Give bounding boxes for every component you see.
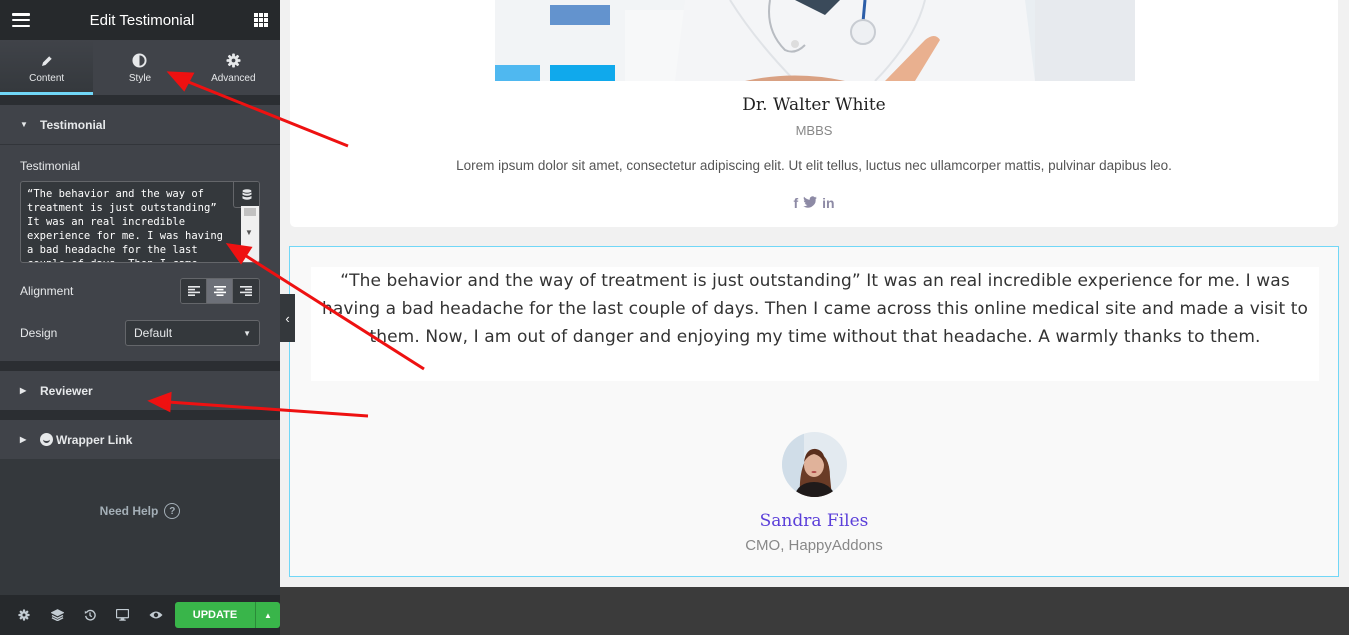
reviewer-designation: CMO, HappyAddons xyxy=(745,537,883,554)
panel-title: Edit Testimonial xyxy=(89,11,195,29)
half-circle-icon xyxy=(132,52,148,70)
align-left-icon xyxy=(187,286,200,296)
testimonial-quote: “The behavior and the way of treatment i… xyxy=(311,267,1319,381)
section-divider xyxy=(0,95,280,105)
scrollbar-thumb[interactable] xyxy=(244,208,256,216)
member-name: Dr. Walter White xyxy=(742,95,886,115)
gear-icon xyxy=(226,52,241,70)
caret-down-icon: ▼ xyxy=(20,120,28,129)
align-center-button[interactable] xyxy=(207,279,233,303)
section-reviewer-heading: Reviewer xyxy=(40,383,93,398)
design-select[interactable]: Default ▼ xyxy=(125,320,260,346)
tab-style[interactable]: Style xyxy=(93,40,186,95)
align-right-icon xyxy=(240,286,252,296)
section-testimonial-toggle[interactable]: ▼ Testimonial xyxy=(0,105,280,144)
section-wrapper-link-toggle[interactable]: ▶ Wrapper Link xyxy=(0,420,280,459)
design-control: Design Default ▼ xyxy=(20,320,260,346)
twitter-icon[interactable] xyxy=(803,195,818,211)
section-wrapper-link-heading: Wrapper Link xyxy=(56,432,133,447)
database-icon xyxy=(242,188,251,200)
team-member-card: Dr. Walter White MBBS Lorem ipsum dolor … xyxy=(290,0,1338,227)
history-icon[interactable] xyxy=(74,595,107,635)
tab-advanced-label: Advanced xyxy=(211,72,256,84)
settings-icon[interactable] xyxy=(8,595,41,635)
panel-footer: UPDATE ▲ xyxy=(0,595,280,635)
linkedin-icon[interactable]: in xyxy=(822,195,834,211)
tab-content[interactable]: Content xyxy=(0,40,94,95)
update-button[interactable]: UPDATE xyxy=(174,602,255,628)
testimonial-widget[interactable]: “The behavior and the way of treatment i… xyxy=(289,246,1339,577)
happyaddons-icon xyxy=(40,433,53,446)
pencil-icon xyxy=(40,52,54,70)
section-divider xyxy=(0,361,280,371)
panel-header: Edit Testimonial xyxy=(0,0,280,40)
align-center-icon xyxy=(213,286,226,296)
tab-style-label: Style xyxy=(128,72,152,84)
caret-right-icon: ▶ xyxy=(20,386,27,395)
layers-icon[interactable] xyxy=(41,595,74,635)
reviewer-avatar xyxy=(782,432,847,497)
testimonial-field-label: Testimonial xyxy=(20,159,81,173)
section-testimonial-body: Testimonial “The behavior and the way of… xyxy=(0,144,280,361)
caret-right-icon: ▶ xyxy=(20,435,27,444)
alignment-choices xyxy=(180,278,260,304)
alignment-control: Alignment xyxy=(20,278,260,304)
editor-panel: Edit Testimonial Content Style Advanced … xyxy=(0,0,280,635)
preview-eye-icon[interactable] xyxy=(139,595,172,635)
panel-tabs: Content Style Advanced xyxy=(0,40,280,95)
tab-advanced[interactable]: Advanced xyxy=(187,40,280,95)
responsive-icon[interactable] xyxy=(106,595,139,635)
section-reviewer-toggle[interactable]: ▶ Reviewer xyxy=(0,371,280,410)
page-preview: Dr. Walter White MBBS Lorem ipsum dolor … xyxy=(280,0,1349,587)
testimonial-textarea[interactable]: “The behavior and the way of treatment i… xyxy=(21,182,237,262)
testimonial-textarea-wrapper: “The behavior and the way of treatment i… xyxy=(20,181,260,263)
align-right-button[interactable] xyxy=(233,279,259,303)
page-footer-area xyxy=(280,587,1349,635)
tab-content-label: Content xyxy=(29,72,65,84)
design-label: Design xyxy=(20,326,58,340)
need-help-label: Need Help xyxy=(99,504,159,518)
collapse-panel-button[interactable]: ‹ xyxy=(280,294,295,342)
section-divider xyxy=(0,410,280,420)
reviewer-name[interactable]: Sandra Files xyxy=(290,511,1338,531)
need-help-link[interactable]: Need Help ? xyxy=(0,503,280,519)
question-circle-icon: ? xyxy=(164,503,181,519)
menu-icon[interactable] xyxy=(12,13,30,27)
scroll-down-arrow-icon[interactable]: ▼ xyxy=(245,228,253,237)
align-left-button[interactable] xyxy=(181,279,207,303)
social-links: f in xyxy=(290,195,1338,211)
widgets-grid-icon[interactable] xyxy=(254,13,268,27)
doctor-photo xyxy=(495,0,1135,81)
update-button-group: UPDATE ▲ xyxy=(174,602,280,628)
alignment-label: Alignment xyxy=(20,284,74,298)
save-options-caret-up-icon[interactable]: ▲ xyxy=(254,602,280,628)
chevron-down-icon: ▼ xyxy=(243,328,251,338)
facebook-icon[interactable]: f xyxy=(793,195,798,211)
textarea-scrollbar[interactable]: ▼ xyxy=(241,206,259,262)
member-bio: Lorem ipsum dolor sit amet, consectetur … xyxy=(456,158,1172,173)
member-designation: MBBS xyxy=(795,123,833,138)
section-testimonial-heading: Testimonial xyxy=(40,117,106,132)
dynamic-tags-button[interactable] xyxy=(233,182,259,208)
design-select-value: Default xyxy=(134,326,173,340)
